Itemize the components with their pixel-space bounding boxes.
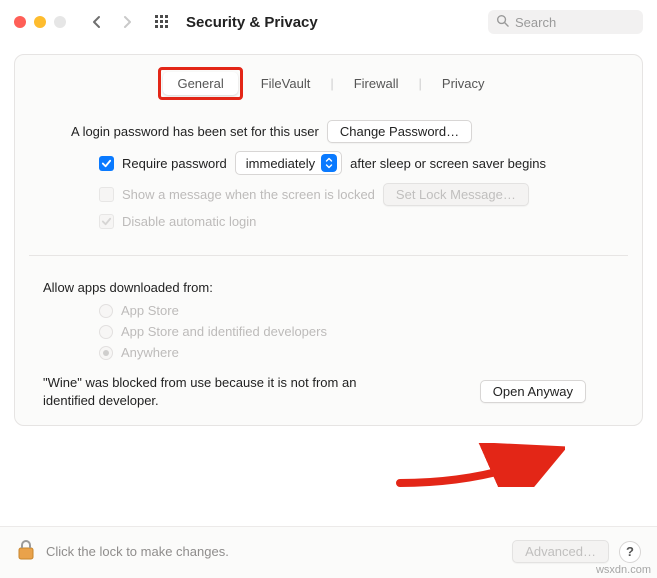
watermark-text: wsxdn.com	[596, 564, 651, 576]
disable-auto-login-label: Disable automatic login	[122, 214, 256, 229]
close-window-button[interactable]	[14, 16, 26, 28]
forward-button[interactable]	[116, 11, 138, 33]
radio-anywhere[interactable]	[99, 346, 113, 360]
annotation-arrow	[395, 443, 565, 487]
login-password-label: A login password has been set for this u…	[71, 124, 319, 139]
tab-filevault[interactable]: FileVault	[247, 72, 325, 95]
require-password-checkbox[interactable]	[99, 156, 114, 171]
radio-app-store[interactable]	[99, 304, 113, 318]
radio-app-store-label: App Store	[121, 303, 179, 318]
set-lock-message-button[interactable]: Set Lock Message…	[383, 183, 529, 206]
allow-apps-section: Allow apps downloaded from: App Store Ap…	[15, 268, 642, 409]
require-password-label-pre: Require password	[122, 156, 227, 171]
section-divider	[29, 255, 628, 256]
disable-auto-login-checkbox[interactable]	[99, 214, 114, 229]
lock-text: Click the lock to make changes.	[46, 544, 229, 559]
search-icon	[496, 14, 515, 30]
login-password-section: A login password has been set for this u…	[15, 108, 642, 229]
zoom-window-button[interactable]	[54, 16, 66, 28]
show-all-icon[interactable]	[152, 12, 172, 32]
preferences-panel: General FileVault | Firewall | Privacy A…	[14, 54, 643, 426]
search-field[interactable]: Search	[488, 10, 643, 34]
advanced-button[interactable]: Advanced…	[512, 540, 609, 563]
allow-apps-heading: Allow apps downloaded from:	[43, 280, 213, 295]
tab-privacy[interactable]: Privacy	[428, 72, 499, 95]
require-password-delay-select[interactable]: immediately	[235, 151, 342, 175]
open-anyway-button[interactable]: Open Anyway	[480, 380, 586, 403]
minimize-window-button[interactable]	[34, 16, 46, 28]
radio-identified-developers[interactable]	[99, 325, 113, 339]
tab-bar: General FileVault | Firewall | Privacy	[15, 55, 642, 108]
back-button[interactable]	[86, 11, 108, 33]
tab-firewall[interactable]: Firewall	[340, 72, 413, 95]
blocked-app-message: "Wine" was blocked from use because it i…	[43, 374, 383, 409]
annotation-highlight-general: General	[158, 67, 242, 100]
window-title: Security & Privacy	[186, 14, 318, 31]
select-stepper-icon	[321, 154, 337, 172]
radio-anywhere-label: Anywhere	[121, 345, 179, 360]
require-password-label-post: after sleep or screen saver begins	[350, 156, 546, 171]
show-message-label: Show a message when the screen is locked	[122, 187, 375, 202]
show-message-checkbox[interactable]	[99, 187, 114, 202]
traffic-lights	[14, 16, 66, 28]
search-placeholder: Search	[515, 15, 556, 30]
radio-identified-developers-label: App Store and identified developers	[121, 324, 327, 339]
lock-icon[interactable]	[16, 539, 36, 564]
window-titlebar: Security & Privacy Search	[0, 0, 657, 44]
require-password-delay-value: immediately	[246, 156, 315, 171]
change-password-button[interactable]: Change Password…	[327, 120, 472, 143]
help-button[interactable]: ?	[619, 541, 641, 563]
tab-general[interactable]: General	[163, 72, 237, 95]
footer-bar: Click the lock to make changes. Advanced…	[0, 526, 657, 578]
